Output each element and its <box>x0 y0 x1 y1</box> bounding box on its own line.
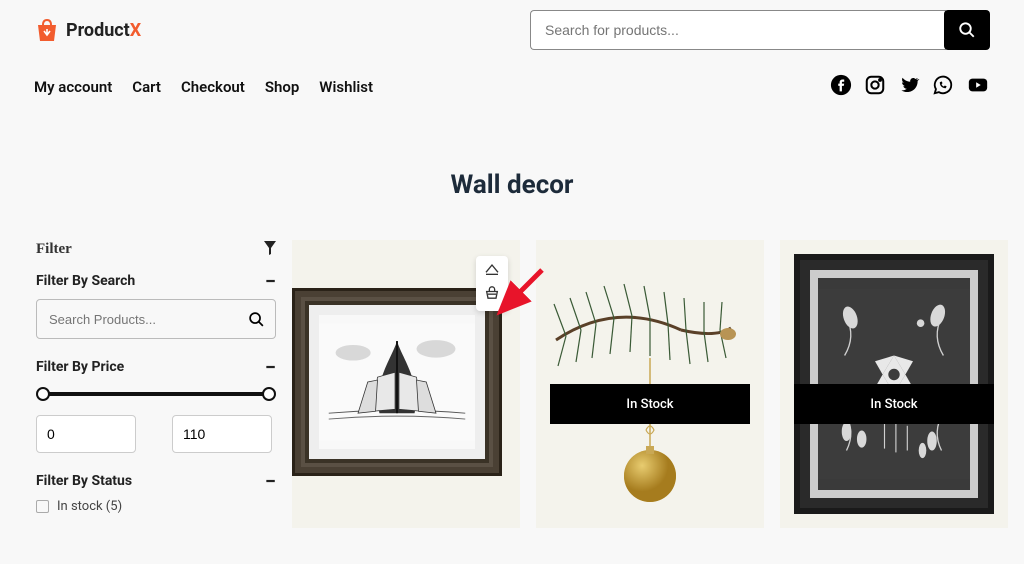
search-icon <box>248 311 265 328</box>
whatsapp-icon[interactable] <box>932 74 954 100</box>
collapse-search-icon[interactable]: − <box>265 276 276 286</box>
filter-by-price-section: Filter By Price − <box>36 359 276 453</box>
twitter-icon[interactable] <box>898 74 920 100</box>
stock-badge: In Stock <box>794 384 994 424</box>
status-option-label: In stock (5) <box>57 499 122 514</box>
status-option-in-stock[interactable]: In stock (5) <box>36 499 276 514</box>
filter-icon[interactable] <box>264 240 276 259</box>
filter-by-status-section: Filter By Status − In stock (5) <box>36 473 276 514</box>
product-card[interactable] <box>292 240 520 528</box>
filter-by-price-label: Filter By Price <box>36 359 124 375</box>
filter-by-search-section: Filter By Search − <box>36 273 276 339</box>
slider-thumb-min[interactable] <box>36 387 50 401</box>
filter-heading: Filter <box>36 241 72 258</box>
price-min-input[interactable] <box>36 415 136 453</box>
brand-logo[interactable]: ProductX <box>34 17 141 43</box>
instagram-icon[interactable] <box>864 74 886 100</box>
filter-search-input[interactable] <box>37 300 237 338</box>
nav-cart[interactable]: Cart <box>132 78 161 96</box>
product-card[interactable]: In Stock <box>780 240 1008 528</box>
slider-track <box>42 392 270 396</box>
cart-icon[interactable] <box>484 286 500 305</box>
facebook-icon[interactable] <box>830 74 852 100</box>
nav-checkout[interactable]: Checkout <box>181 78 245 96</box>
product-grid: In Stock <box>292 240 1008 528</box>
checkbox-icon[interactable] <box>36 500 49 513</box>
header-search <box>530 10 990 50</box>
nav-shop[interactable]: Shop <box>265 78 299 96</box>
collapse-status-icon[interactable]: − <box>265 476 276 486</box>
filter-by-status-label: Filter By Status <box>36 473 132 489</box>
product-card[interactable]: In Stock <box>536 240 764 528</box>
product-hover-actions <box>476 256 508 311</box>
logo-text: ProductX <box>66 20 141 41</box>
logo-bag-icon <box>34 17 60 43</box>
search-icon <box>958 21 976 39</box>
search-input[interactable] <box>530 10 946 50</box>
social-links <box>830 74 990 100</box>
search-button[interactable] <box>944 10 990 50</box>
nav-my-account[interactable]: My account <box>34 78 112 96</box>
price-max-input[interactable] <box>172 415 272 453</box>
compare-icon[interactable] <box>484 262 500 280</box>
collapse-price-icon[interactable]: − <box>265 362 276 372</box>
slider-thumb-max[interactable] <box>262 387 276 401</box>
youtube-icon[interactable] <box>966 74 990 100</box>
filter-search-button[interactable] <box>237 300 275 338</box>
main-nav: My account Cart Checkout Shop Wishlist <box>34 78 373 96</box>
stock-badge: In Stock <box>550 384 750 424</box>
price-slider[interactable] <box>36 387 276 401</box>
page-title: Wall decor <box>0 170 1024 200</box>
nav-wishlist[interactable]: Wishlist <box>319 78 373 96</box>
filter-sidebar: Filter Filter By Search − Filter By Pric… <box>36 240 276 528</box>
filter-by-search-label: Filter By Search <box>36 273 135 289</box>
